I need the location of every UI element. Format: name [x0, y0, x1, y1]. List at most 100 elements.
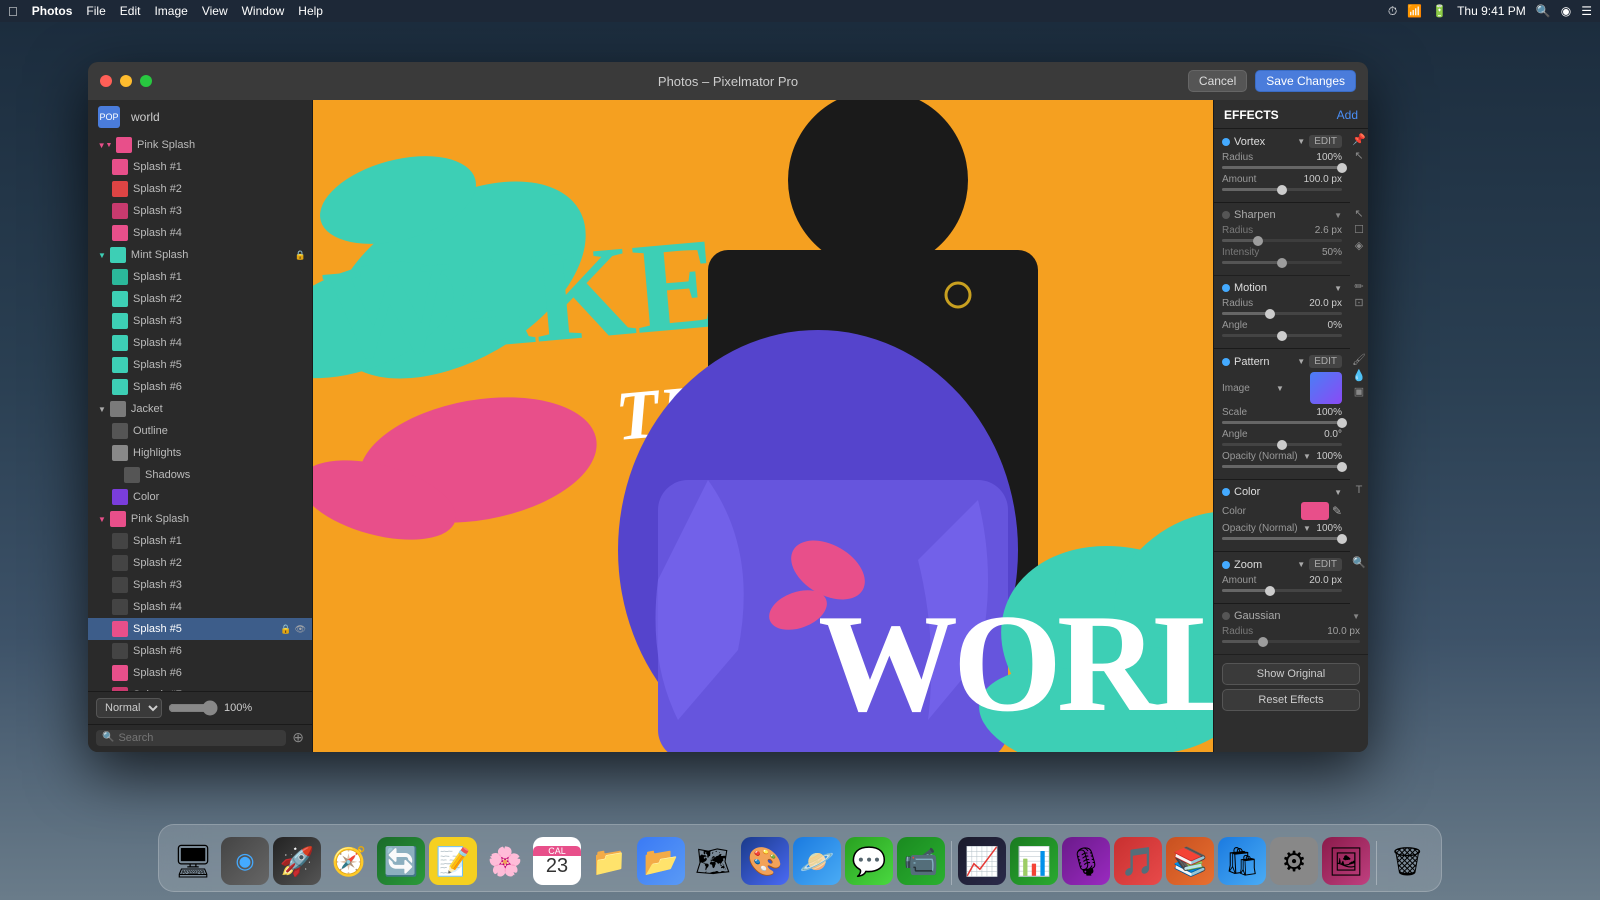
layer-outline[interactable]: Outline [88, 420, 312, 442]
search-icon[interactable]: 🔍 [1536, 4, 1551, 18]
dock-maps[interactable]: 🗺 [689, 837, 737, 885]
gaussian-radius-slider[interactable] [1222, 640, 1360, 643]
dock-stocks[interactable]: 📈 [958, 837, 1006, 885]
pencil-icon[interactable]: ✏ [1354, 280, 1363, 293]
dock-files[interactable]: 📂 [637, 837, 685, 885]
cursor2-icon[interactable]: ↖ [1354, 207, 1363, 220]
menu-view[interactable]: View [202, 4, 228, 18]
dock-photo2[interactable]: 🖼 [1322, 837, 1370, 885]
group-jacket[interactable]: ▼ Jacket [88, 398, 312, 420]
layer-mint-splash5[interactable]: Splash #5 [88, 354, 312, 376]
vortex-amount-slider[interactable] [1222, 188, 1342, 191]
motion-angle-slider[interactable] [1222, 334, 1342, 337]
color-opacity-slider[interactable] [1222, 537, 1342, 540]
pattern-scale-slider[interactable] [1222, 421, 1342, 424]
zoom-amount-slider[interactable] [1222, 589, 1342, 592]
dock-siri[interactable]: ◉ [221, 837, 269, 885]
dock-migration[interactable]: 🔄 [377, 837, 425, 885]
layer-highlights[interactable]: Highlights [88, 442, 312, 464]
dock-messages[interactable]: 💬 [845, 837, 893, 885]
vortex-enabled-dot[interactable] [1222, 138, 1230, 146]
pattern-edit-button[interactable]: EDIT [1309, 355, 1342, 368]
layer-mint-splash4[interactable]: Splash #4 [88, 332, 312, 354]
dock-trash[interactable]: 🗑 [1383, 837, 1431, 885]
add-layer-icon[interactable]: ⊕ [292, 729, 304, 746]
checkbox-icon[interactable]: ☐ [1354, 223, 1364, 236]
cursor-icon[interactable]: ↖ [1354, 149, 1363, 162]
dock-mercury[interactable]: 🪐 [793, 837, 841, 885]
dock-finder[interactable]: 🖥 [169, 837, 217, 885]
blend-mode-select[interactable]: Normal [96, 698, 162, 718]
show-original-button[interactable]: Show Original [1222, 663, 1360, 685]
dock-music[interactable]: 🎵 [1114, 837, 1162, 885]
sharpen-radius-slider[interactable] [1222, 239, 1342, 242]
layer-pink2-splash1[interactable]: Splash #1 [88, 530, 312, 552]
save-changes-button[interactable]: Save Changes [1255, 70, 1356, 92]
vortex-edit-button[interactable]: EDIT [1309, 135, 1342, 148]
sharpen-intensity-slider[interactable] [1222, 261, 1342, 264]
layer-pink2-splash4[interactable]: Splash #4 [88, 596, 312, 618]
dock-books[interactable]: 📚 [1166, 837, 1214, 885]
close-button[interactable] [100, 75, 112, 87]
cancel-button[interactable]: Cancel [1188, 70, 1247, 92]
menu-file[interactable]: File [86, 4, 105, 18]
layer-mint-splash2[interactable]: Splash #2 [88, 288, 312, 310]
pin-icon[interactable]: 📌 [1352, 133, 1366, 146]
pattern-opacity-slider[interactable] [1222, 465, 1342, 468]
dock-podcast[interactable]: 🎙 [1062, 837, 1110, 885]
zoom-edit-button[interactable]: EDIT [1309, 558, 1342, 571]
minimize-button[interactable] [120, 75, 132, 87]
color-swatch-pink[interactable] [1301, 502, 1329, 520]
eyedrop-icon[interactable]: 💧 [1352, 369, 1366, 382]
brush-icon[interactable]: 🖌 [1352, 353, 1366, 366]
apple-menu[interactable]:  [8, 4, 18, 19]
search-input[interactable] [118, 732, 280, 744]
dock-finder2[interactable]: 📁 [585, 837, 633, 885]
layer-mint-splash1[interactable]: Splash #1 [88, 266, 312, 288]
stamp-icon[interactable]: ◈ [1355, 239, 1363, 252]
vortex-radius-slider[interactable] [1222, 166, 1342, 169]
dock-numbers[interactable]: 📊 [1010, 837, 1058, 885]
pattern-image-chevron[interactable]: ▼ [1276, 384, 1284, 393]
sharpen-chevron[interactable]: ▼ [1334, 211, 1342, 220]
menu-photos[interactable]: Photos [32, 4, 73, 18]
layer-pink-1-splash3[interactable]: Splash #3 [88, 200, 312, 222]
layer-pink2-splash7[interactable]: Splash #7 [88, 684, 312, 691]
group-pink-splash-1[interactable]: ▼ Pink Splash [88, 134, 312, 156]
pattern-angle-slider[interactable] [1222, 443, 1342, 446]
dock-safari[interactable]: 🧭 [325, 837, 373, 885]
pattern-image-swatch[interactable] [1310, 372, 1342, 404]
sharpen-enabled-dot[interactable] [1222, 211, 1230, 219]
fill-icon[interactable]: ▣ [1354, 385, 1364, 398]
dock-appstore[interactable]: 🛍 [1218, 837, 1266, 885]
motion-chevron[interactable]: ▼ [1334, 284, 1342, 293]
dock-photos[interactable]: 🌸 [481, 837, 529, 885]
layer-pink2-splash5-selected[interactable]: Splash #5 🔒 👁 [88, 618, 312, 640]
layer-visibility-icon[interactable]: 👁 [295, 624, 306, 635]
layer-pink2-splash6a[interactable]: Splash #6 [88, 640, 312, 662]
zoom-chevron[interactable]: ▼ [1297, 560, 1305, 569]
siri-icon[interactable]: ◉ [1561, 4, 1571, 18]
menu-window[interactable]: Window [242, 4, 285, 18]
dock-launchpad[interactable]: 🚀 [273, 837, 321, 885]
layer-pink-1-splash4[interactable]: Splash #4 [88, 222, 312, 244]
reset-effects-button[interactable]: Reset Effects [1222, 689, 1360, 711]
crop-icon[interactable]: ⊡ [1354, 296, 1363, 309]
gaussian-enabled-dot[interactable] [1222, 612, 1230, 620]
type-icon[interactable]: T [1356, 484, 1363, 496]
layer-pink-1-splash1[interactable]: Splash #1 [88, 156, 312, 178]
dock-notes[interactable]: 📝 [429, 837, 477, 885]
dock-settings[interactable]: ⚙ [1270, 837, 1318, 885]
layer-pink2-splash2[interactable]: Splash #2 [88, 552, 312, 574]
motion-radius-slider[interactable] [1222, 312, 1342, 315]
color-chevron[interactable]: ▼ [1334, 488, 1342, 497]
layer-pink2-splash6b[interactable]: Splash #6 [88, 662, 312, 684]
group-pink-splash-2[interactable]: ▼ Pink Splash [88, 508, 312, 530]
dock-pixelmator[interactable]: 🎨 [741, 837, 789, 885]
layer-color[interactable]: Color [88, 486, 312, 508]
color-opacity-chevron[interactable]: ▼ [1303, 524, 1311, 533]
group-mint-splash[interactable]: ▼ Mint Splash 🔒 [88, 244, 312, 266]
notification-icon[interactable]: ☰ [1581, 4, 1592, 18]
vortex-chevron[interactable]: ▼ [1297, 137, 1305, 146]
time-machine-icon[interactable]: ⏱ [1388, 4, 1397, 19]
